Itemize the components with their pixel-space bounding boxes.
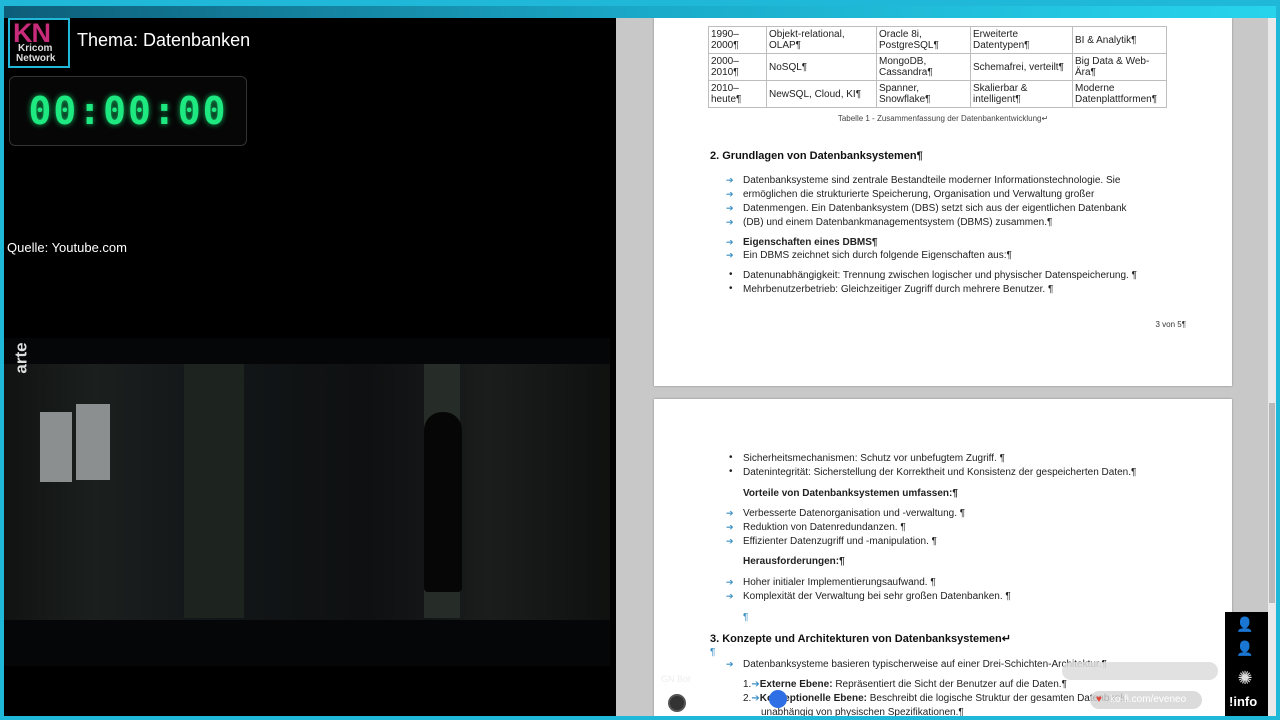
video-person [424,412,462,592]
table-cell: Objekt-relational, OLAP¶ [766,26,877,54]
body-text-line: Datenmengen. Ein Datenbanksystem (DBS) s… [743,203,1127,214]
list-item: Datenunabhängigkeit: Trennung zwischen l… [743,270,1137,281]
section-heading-2: 2. Grundlagen von Datenbanksystemen¶ [710,150,923,162]
tab-arrow-icon: ➔ [726,522,734,532]
body-text-line: Datenbanksysteme basieren typischerweise… [743,659,1107,670]
bullet-icon: • [729,452,733,463]
tab-arrow-icon: ➔ [726,175,734,185]
tab-arrow-icon: ➔ [726,237,734,247]
table-cell: MongoDB, Cassandra¶ [876,53,971,81]
tab-arrow-icon: ➔ [726,536,734,546]
paragraph-mark: ¶ [743,612,749,623]
support-link-pill[interactable]: ♥ ko-fi.com/eveneo [1090,691,1202,709]
kricom-network-logo: KN Kricom Network [8,18,70,68]
body-text-line: Datenbanksysteme sind zentrale Bestandte… [743,175,1121,186]
paragraph-mark: ¶ [710,647,716,658]
db-evolution-table: 1990–2000¶ Objekt-relational, OLAP¶ Orac… [708,26,1167,108]
table-caption: Tabelle 1 - Zusammenfassung der Datenban… [837,114,1049,123]
video-source-label: Quelle: Youtube.com [7,240,127,255]
arte-watermark: arte [11,342,31,374]
bullet-icon: • [729,283,733,294]
embedded-video[interactable]: arte arte [4,338,610,666]
tab-arrow-icon: ➔ [726,591,734,601]
document-scrollbar[interactable] [1268,18,1276,716]
list-item: Effizienter Datenzugriff und -manipulati… [743,536,937,547]
video-door [184,364,244,618]
tab-arrow-icon: ➔ [726,508,734,518]
table-cell: Schemafrei, verteilt¶ [970,53,1073,81]
table-cell: NoSQL¶ [766,53,877,81]
support-link-text: ko-fi.com/eveneo [1110,694,1187,705]
list-item: Datenintegrität: Sicherstellung der Korr… [743,467,1137,478]
video-frame [4,364,610,620]
brain-icon[interactable]: ✺ [1233,668,1257,688]
list-item: Reduktion von Datenredundanzen. ¶ [743,522,906,533]
cursor-indicator [769,690,787,708]
subheading-challenges: Herausforderungen:¶ [743,556,845,567]
document-viewer[interactable]: 1990–2000¶ Objekt-relational, OLAP¶ Orac… [616,18,1268,716]
body-text-line: Ein DBMS zeichnet sich durch folgende Ei… [743,250,1012,261]
list-item: Mehrbenutzerbetrieb: Gleichzeitiger Zugr… [743,284,1054,295]
bot-label: GN Bot [661,674,691,684]
bullet-icon: • [729,466,733,477]
video-poster [76,404,110,480]
numbered-item: 1.➔Externe Ebene: Repräsentiert die Sich… [743,679,1067,690]
bullet-icon: • [729,269,733,280]
tab-arrow-icon: ➔ [726,250,734,260]
tab-arrow-icon: ➔ [726,217,734,227]
table-cell: 1990–2000¶ [708,26,767,54]
numbered-item: 2.➔Konzeptionelle Ebene: Beschreibt die … [743,693,1129,704]
list-item: Hoher initialer Implementierungsaufwand.… [743,577,936,588]
tab-arrow-icon: ➔ [726,189,734,199]
table-cell: Big Data & Web-Ära¶ [1072,53,1167,81]
table-cell: Spanner, Snowflake¶ [876,80,971,108]
table-cell: 2010–heute¶ [708,80,767,108]
logo-line2: Network [16,53,56,64]
table-row: 2010–heute¶ NewSQL, Cloud, KI¶ Spanner, … [708,80,1167,108]
body-text-line: unabhängig von physischen Spezifikatione… [761,707,964,716]
stream-top-bar [0,0,1280,18]
user-icon[interactable]: 👤 [1233,616,1257,632]
body-text-line: ermöglichen die strukturierte Speicherun… [743,189,1095,200]
stream-timer: 00:00:00 [9,76,247,146]
info-command-label: !info [1229,694,1258,709]
table-row: 1990–2000¶ Objekt-relational, OLAP¶ Orac… [708,26,1167,54]
table-cell: Oracle 8i, PostgreSQL¶ [876,26,971,54]
user-online-icon[interactable]: 👤 [1233,640,1257,656]
item-text: Repräsentiert die Sicht der Benutzer auf… [832,679,1067,690]
list-item: Sicherheitsmechanismen: Schutz vor unbef… [743,453,1005,464]
list-item: Verbesserte Datenorganisation und -verwa… [743,508,966,519]
table-cell: Erweiterte Datentypen¶ [970,26,1073,54]
table-cell: BI & Analytik¶ [1072,26,1167,54]
stream-theme-title: Thema: Datenbanken [77,30,251,50]
subheading-advantages: Vorteile von Datenbanksystemen umfassen:… [743,488,958,499]
stream-side-icons: 👤 👤 ✺ !info [1225,612,1268,716]
list-item: Komplexität der Verwaltung bei sehr groß… [743,591,1011,602]
video-poster [40,412,72,482]
tab-arrow-icon: ➔ [726,659,734,669]
document-page-3: 1990–2000¶ Objekt-relational, OLAP¶ Orac… [654,18,1232,386]
table-cell: Skalierbar & intelligent¶ [970,80,1073,108]
tab-arrow-icon: ➔ [726,577,734,587]
chat-overlay-pill [1062,662,1218,680]
heart-icon: ♥ [1096,694,1102,705]
body-text-line: (DB) und einem Datenbankmanagementsystem… [743,217,1053,228]
stream-left-panel: KN Kricom Network Thema: Datenbanken 00:… [4,18,616,716]
page-number: 3 von 5¶ [1155,320,1186,329]
table-cell: 2000–2010¶ [708,53,767,81]
table-cell: NewSQL, Cloud, KI¶ [766,80,877,108]
section-heading-3: 3. Konzepte und Architekturen von Datenb… [710,633,1011,645]
subheading-dbms-properties: Eigenschaften eines DBMS¶ [743,237,878,248]
table-row: 2000–2010¶ NoSQL¶ MongoDB, Cassandra¶ Sc… [708,53,1167,81]
tab-arrow-icon: ➔ [726,203,734,213]
item-label: Externe Ebene: [759,679,833,690]
table-cell: Moderne Datenplattformen¶ [1072,80,1167,108]
scrollbar-thumb[interactable] [1269,403,1275,603]
bot-avatar [668,694,686,712]
